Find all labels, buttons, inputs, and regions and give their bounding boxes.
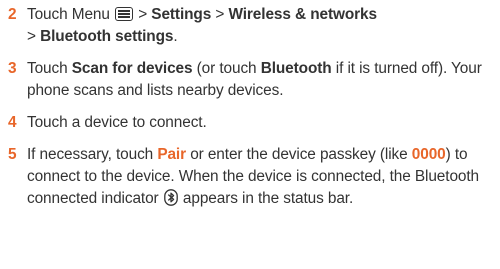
settings-label: Settings [151,6,212,23]
wireless-networks-label: Wireless & networks [228,6,377,23]
bluetooth-label: Bluetooth [260,60,332,77]
text: . [173,28,178,45]
text: > [211,6,229,23]
step-5: 5 If necessary, touch Pair or enter the … [8,144,496,210]
pair-label: Pair [157,146,187,163]
text: > [27,28,41,45]
bluetooth-settings-label: Bluetooth settings [40,28,174,45]
text: Touch a device to connect. [27,114,207,131]
step-text: Touch Menu > Settings > Wireless & netwo… [27,4,496,48]
step-text: Touch Scan for devices (or touch Bluetoo… [27,58,496,102]
step-text: If necessary, touch Pair or enter the de… [27,144,496,210]
text: or enter the device passkey (like [186,146,412,163]
step-number: 3 [8,60,17,77]
text: > [134,6,152,23]
bluetooth-connected-icon [163,189,178,206]
step-text: Touch a device to connect. [27,112,496,134]
step-number: 4 [8,114,17,131]
step-number: 5 [8,146,17,163]
step-3: 3 Touch Scan for devices (or touch Bluet… [8,58,496,102]
menu-icon [115,7,134,21]
step-number: 2 [8,6,17,23]
scan-for-devices-label: Scan for devices [71,60,193,77]
text: Touch Menu [27,6,115,23]
text: Touch [27,60,72,77]
text: If necessary, touch [27,146,158,163]
instruction-steps: 2 Touch Menu > Settings > Wireless & net… [8,4,496,220]
passkey-example: 0000 [411,146,446,163]
text: (or touch [192,60,261,77]
step-4: 4 Touch a device to connect. [8,112,496,134]
text: appears in the status bar. [178,190,354,207]
step-2: 2 Touch Menu > Settings > Wireless & net… [8,4,496,48]
